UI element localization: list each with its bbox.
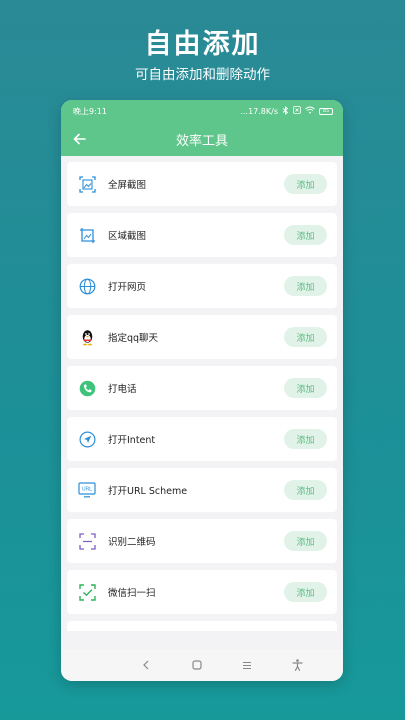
url-monitor-icon: URL bbox=[78, 481, 96, 499]
region-screenshot-icon bbox=[78, 226, 96, 244]
back-button[interactable] bbox=[69, 129, 89, 149]
item-label: 全屏截图 bbox=[108, 180, 147, 191]
nav-back-icon bbox=[143, 660, 149, 670]
list-item: 识别二维码 添加 bbox=[67, 519, 337, 563]
phone-call-icon bbox=[78, 379, 96, 397]
add-button[interactable]: 添加 bbox=[284, 582, 327, 602]
app-bar: 效率工具 bbox=[61, 122, 343, 156]
add-button[interactable]: 添加 bbox=[284, 378, 327, 398]
add-button[interactable]: 添加 bbox=[284, 480, 327, 500]
promo-title: 自由添加 bbox=[144, 29, 261, 60]
phone-screen: 晚上9:11 ...17.8K/s 85 效率工具 全屏截图 添加 区域截图 添… bbox=[61, 100, 343, 681]
wifi-icon bbox=[305, 106, 315, 116]
item-label: 打开网页 bbox=[108, 282, 147, 293]
send-arrow-icon bbox=[78, 430, 96, 448]
svg-text:URL: URL bbox=[82, 487, 92, 493]
add-button[interactable]: 添加 bbox=[284, 531, 327, 551]
nav-recents-button[interactable] bbox=[235, 653, 259, 677]
nav-menu-icon bbox=[243, 661, 252, 669]
fullscreen-screenshot-icon bbox=[78, 175, 96, 193]
add-button[interactable]: 添加 bbox=[284, 174, 327, 194]
qq-penguin-icon bbox=[78, 328, 96, 346]
promo-subtitle: 可自由添加和删除动作 bbox=[135, 67, 270, 83]
nav-home-icon bbox=[192, 660, 202, 670]
alarm-icon bbox=[293, 106, 301, 116]
add-button[interactable]: 添加 bbox=[284, 327, 327, 347]
add-button[interactable]: 添加 bbox=[284, 429, 327, 449]
item-label: 打开URL Scheme bbox=[108, 486, 188, 497]
battery-level: 85 bbox=[322, 107, 330, 114]
accessibility-icon bbox=[292, 659, 303, 671]
list-item: 打开Intent 添加 bbox=[67, 417, 337, 461]
item-label: 区域截图 bbox=[108, 231, 147, 242]
globe-icon bbox=[78, 277, 96, 295]
accessibility-button[interactable] bbox=[286, 653, 310, 677]
status-icons: ...17.8K/s 85 bbox=[240, 105, 333, 117]
list-item: 添加 bbox=[67, 621, 337, 631]
arrow-left-icon bbox=[73, 133, 86, 145]
list-item: 全屏截图 添加 bbox=[67, 162, 337, 206]
tool-list: 全屏截图 添加 区域截图 添加 打开网页 添加 指定qq聊天 添加 打电话 添加… bbox=[61, 156, 343, 631]
list-item: 区域截图 添加 bbox=[67, 213, 337, 257]
list-item: 打开网页 添加 bbox=[67, 264, 337, 308]
status-bar: 晚上9:11 ...17.8K/s 85 bbox=[61, 100, 343, 122]
qr-scan-frame-icon bbox=[78, 532, 96, 550]
wechat-scan-icon bbox=[78, 583, 96, 601]
nav-home-button[interactable] bbox=[185, 653, 209, 677]
item-label: 识别二维码 bbox=[108, 537, 156, 548]
network-speed: ...17.8K/s bbox=[240, 106, 278, 116]
item-label: 打电话 bbox=[108, 384, 137, 395]
item-label: 微信扫一扫 bbox=[108, 588, 156, 599]
page-title: 效率工具 bbox=[175, 133, 228, 149]
add-button[interactable]: 添加 bbox=[284, 225, 327, 245]
battery-icon: 85 bbox=[319, 107, 333, 115]
list-item: 打电话 添加 bbox=[67, 366, 337, 410]
item-label: 打开Intent bbox=[108, 435, 156, 446]
nav-back-button[interactable] bbox=[134, 653, 158, 677]
bluetooth-icon bbox=[282, 105, 289, 117]
list-item: URL 打开URL Scheme 添加 bbox=[67, 468, 337, 512]
item-label: 指定qq聊天 bbox=[108, 333, 159, 344]
list-item: 指定qq聊天 添加 bbox=[67, 315, 337, 359]
status-time: 晚上9:11 bbox=[73, 106, 107, 116]
system-nav-bar bbox=[61, 649, 343, 681]
add-button[interactable]: 添加 bbox=[284, 276, 327, 296]
list-item: 微信扫一扫 添加 bbox=[67, 570, 337, 614]
